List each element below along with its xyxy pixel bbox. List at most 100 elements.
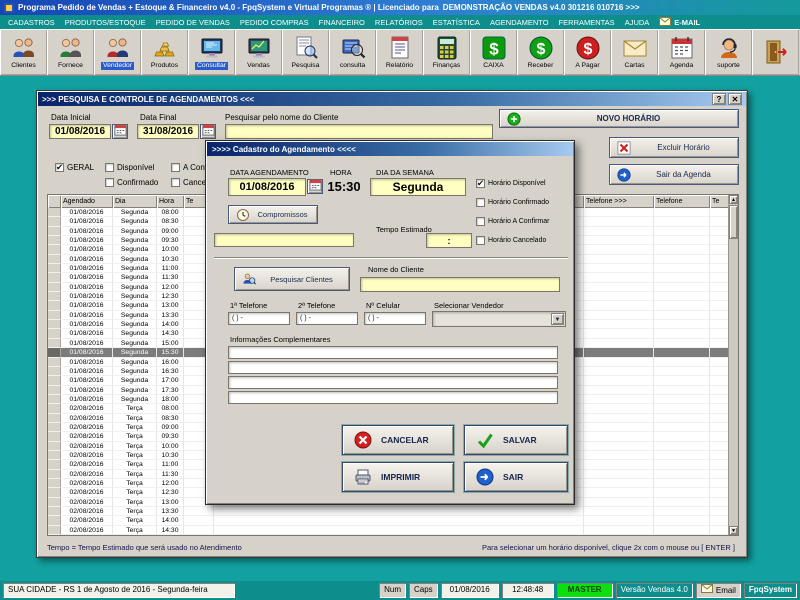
info-line-input[interactable]	[228, 361, 558, 374]
menu-item-pedido-de-vendas[interactable]: PEDIDO DE VENDAS	[151, 18, 235, 27]
chevron-down-icon[interactable]: ▼	[551, 313, 564, 325]
toolbar-pay-button[interactable]: $A Pagar	[564, 29, 611, 75]
menu-item-cadastros[interactable]: CADASTROS	[3, 18, 60, 27]
data-inicial-calendar-button[interactable]	[112, 124, 128, 139]
info-line-input[interactable]	[228, 346, 558, 359]
column-header[interactable]: Te	[710, 195, 730, 208]
scroll-down-icon[interactable]: ▼	[729, 526, 738, 535]
checkbox-horario-cancelado[interactable]: Horário Cancelado	[476, 236, 546, 245]
checkbox-horario-confirmado[interactable]: Horário Confirmado	[476, 198, 549, 207]
table-row[interactable]: 02/08/2016Terça14:30	[48, 526, 730, 535]
search-client-input[interactable]	[225, 124, 493, 139]
cell-dia: Segunda	[113, 227, 157, 236]
toolbar-finance-button[interactable]: Finanças	[423, 29, 470, 75]
vertical-scrollbar[interactable]: ▲ ▼	[728, 195, 738, 535]
toolbar-suppliers-button[interactable]: Fornece	[47, 29, 94, 75]
table-row[interactable]: 02/08/2016Terça14:00	[48, 516, 730, 525]
menu-item-email[interactable]: E-MAIL	[654, 17, 705, 28]
menu-item-financeiro[interactable]: FINANCEIRO	[314, 18, 370, 27]
toolbar-products-button[interactable]: Produtos	[141, 29, 188, 75]
cell-hora: 17:30	[157, 386, 184, 395]
vendedor-dropdown[interactable]: ▼	[432, 311, 566, 327]
checkbox-confirmado[interactable]: Confirmado	[105, 178, 158, 187]
toolbar-letters-button[interactable]: Cartas	[611, 29, 658, 75]
cancelar-button[interactable]: CANCELAR	[342, 425, 454, 455]
checkbox-disponivel[interactable]: Disponível	[105, 163, 154, 172]
pay-icon: $	[575, 35, 601, 61]
cell-agendado: 02/08/2016	[61, 516, 113, 525]
scroll-up-icon[interactable]: ▲	[729, 195, 738, 204]
menu-item-agendamento[interactable]: AGENDAMENTO	[485, 18, 554, 27]
checkbox-horario-disponivel[interactable]: Horário Disponível	[476, 179, 546, 188]
menu-item-ajuda[interactable]: AJUDA	[620, 18, 655, 27]
status-email-button[interactable]: Email	[696, 583, 741, 598]
toolbar-receive-button[interactable]: $Receber	[517, 29, 564, 75]
cell-agendado: 01/08/2016	[61, 283, 113, 292]
calendar-button[interactable]	[307, 179, 323, 194]
excluir-horario-button[interactable]: Excluir Horário	[609, 137, 739, 158]
toolbar-sales-button[interactable]: Vendas	[235, 29, 282, 75]
telefone1-input[interactable]: ( ) -	[228, 312, 290, 325]
celular-input[interactable]: ( ) -	[364, 312, 426, 325]
status-date: 01/08/2016	[441, 583, 499, 598]
checkbox-horario-a-confirmar[interactable]: Horário A Confirmar	[476, 217, 549, 226]
observacao-field[interactable]	[214, 233, 354, 247]
cell-hora: 14:00	[157, 320, 184, 329]
menu-item-ferramentas[interactable]: FERRAMENTAS	[554, 18, 620, 27]
close-button[interactable]: ✕	[728, 93, 742, 105]
cell-dia: Terça	[113, 488, 157, 497]
menu-item-relatorios[interactable]: RELATÓRIOS	[370, 18, 428, 27]
menu-item-estatistica[interactable]: ESTATÍSTICA	[428, 18, 485, 27]
toolbar-agenda-button[interactable]: Agenda	[658, 29, 705, 75]
column-header[interactable]: Dia	[113, 195, 157, 208]
exit-arrow-icon	[476, 468, 494, 486]
column-header[interactable]	[48, 195, 61, 208]
pesquisar-clientes-button[interactable]: Pesquisar Clientes	[234, 267, 350, 291]
sair-da-agenda-button[interactable]: Sair da Agenda	[609, 164, 739, 185]
data-inicial-field[interactable]: 01/08/2016	[49, 124, 111, 139]
email-icon	[701, 584, 713, 598]
cell-agendado: 01/08/2016	[61, 236, 113, 245]
toolbar-cash-button[interactable]: $CAIXA	[470, 29, 517, 75]
cell-dia: Segunda	[113, 329, 157, 338]
sair-button[interactable]: SAIR	[464, 462, 568, 492]
info-line-input[interactable]	[228, 391, 558, 404]
cell-hora: 12:30	[157, 488, 184, 497]
imprimir-button[interactable]: IMPRIMIR	[342, 462, 454, 492]
toolbar-search-doc-button[interactable]: Pesquisa	[282, 29, 329, 75]
toolbar-consult-button[interactable]: Consultar	[188, 29, 235, 75]
telefone2-input[interactable]: ( ) -	[296, 312, 358, 325]
toolbar-query-button[interactable]: consulta	[329, 29, 376, 75]
tempo-estimado-field[interactable]: :	[426, 233, 472, 248]
scroll-thumb[interactable]	[729, 205, 738, 239]
table-row[interactable]: 02/08/2016Terça13:30	[48, 507, 730, 516]
toolbar-label: Produtos	[151, 62, 178, 70]
help-button[interactable]: ?	[712, 93, 726, 105]
toolbar-support-button[interactable]: suporte	[705, 29, 752, 75]
salvar-button[interactable]: SALVAR	[464, 425, 568, 455]
data-agendamento-field[interactable]: 01/08/2016	[228, 178, 306, 196]
menu-item-produtos-estoque[interactable]: PRODUTOS/ESTOQUE	[60, 18, 151, 27]
hora-label: HORA	[330, 168, 352, 177]
cell-dia: Terça	[113, 516, 157, 525]
column-header[interactable]: Agendado	[61, 195, 113, 208]
checkbox-geral[interactable]: GERAL	[55, 163, 94, 172]
data-final-calendar-button[interactable]	[200, 124, 216, 139]
calendar-icon	[114, 123, 127, 141]
compromissos-button[interactable]: Compromissos	[228, 205, 318, 224]
data-final-field[interactable]: 31/08/2016	[137, 124, 199, 139]
toolbar-clients-button[interactable]: Clientes	[0, 29, 47, 75]
toolbar-exit-button[interactable]	[752, 29, 799, 75]
cell-dia: Segunda	[113, 386, 157, 395]
column-header[interactable]: Telefone >>>	[584, 195, 654, 208]
column-header[interactable]: Hora	[157, 195, 184, 208]
info-line-input[interactable]	[228, 376, 558, 389]
toolbar-sellers-button[interactable]: Vendedor	[94, 29, 141, 75]
toolbar-report-button[interactable]: Relatório	[376, 29, 423, 75]
menu-item-pedido-compras[interactable]: PEDIDO COMPRAS	[235, 18, 314, 27]
novo-horario-button[interactable]: NOVO HORÁRIO	[499, 109, 739, 128]
cell-agendado: 01/08/2016	[61, 264, 113, 273]
nome-cliente-input[interactable]	[360, 277, 560, 292]
cell-hora: 08:00	[157, 404, 184, 413]
column-header[interactable]: Telefone	[654, 195, 710, 208]
